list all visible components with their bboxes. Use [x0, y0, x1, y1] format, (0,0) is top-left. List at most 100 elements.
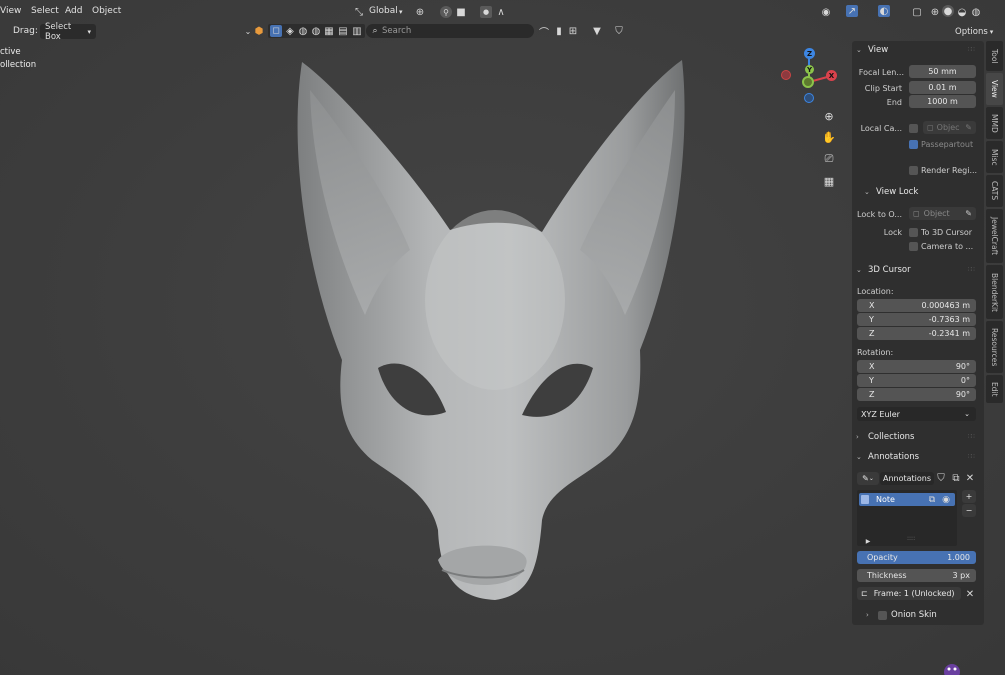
gizmo-y-axis[interactable]: Y — [805, 65, 814, 74]
gizmo-neg-y-axis[interactable] — [802, 76, 814, 88]
drag-handle-icon[interactable]: ∷∷ — [968, 453, 978, 460]
blenderkit-mascot-icon[interactable] — [942, 660, 962, 675]
surface-filter-icon[interactable]: ◍ — [297, 25, 309, 37]
fake-user-shield-icon[interactable]: ⛉ — [935, 472, 947, 484]
gizmo-z-axis[interactable]: Z — [804, 48, 815, 59]
drag-handle-icon[interactable]: ∷∷ — [968, 433, 978, 440]
transform-orientation-dropdown[interactable]: Global — [369, 6, 398, 16]
cursor-panel-header[interactable]: ⌄ 3D Cursor — [856, 265, 911, 275]
armature-filter-icon[interactable]: ▤ — [337, 25, 349, 37]
duplicate-icon[interactable]: ⧉ — [950, 472, 962, 484]
thickness-field[interactable]: Thickness 3 px — [857, 569, 976, 582]
menu-object[interactable]: Object — [92, 6, 121, 16]
frame-field[interactable]: ⊏ Frame: 1 (Unlocked) — [857, 587, 961, 600]
cursor-rotation-x-field[interactable]: X 90° — [857, 360, 976, 373]
render-region-checkbox[interactable] — [909, 166, 918, 175]
mesh-filter-icon[interactable]: ◻ — [270, 25, 282, 37]
onion-skin-toggle-icon[interactable]: ⧉ — [926, 494, 938, 506]
drag-select-box-dropdown[interactable]: Select Box ▾ — [40, 22, 96, 42]
menu-select[interactable]: Select — [31, 6, 59, 16]
annotations-panel-header[interactable]: ⌄ Annotations — [856, 452, 919, 462]
text-filter-icon[interactable]: ▦ — [323, 25, 335, 37]
camera-view-icon[interactable]: ⎚ — [820, 150, 838, 168]
tab-blenderkit[interactable]: BlenderKit — [986, 265, 1003, 319]
drag-handle-icon[interactable]: ∷∷ — [968, 266, 978, 273]
cursor-location-z-field[interactable]: Z -0.2341 m — [857, 327, 976, 340]
local-camera-checkbox[interactable] — [909, 124, 918, 133]
zoom-icon[interactable]: ⊕ — [820, 107, 838, 125]
falloff-icon[interactable]: ∧ — [495, 6, 507, 18]
pivot-point-icon[interactable]: ⊕ — [414, 6, 426, 18]
lock-to-cursor-checkbox[interactable] — [909, 228, 918, 237]
gizmo-neg-x-axis[interactable] — [781, 70, 791, 80]
tab-edit[interactable]: Edit — [986, 375, 1003, 403]
cursor-location-y-field[interactable]: Y -0.7363 m — [857, 313, 976, 326]
remove-layer-button[interactable]: − — [962, 504, 976, 517]
options-dropdown[interactable]: Options ▾ — [950, 24, 993, 39]
menu-view[interactable]: View — [0, 6, 21, 16]
local-camera-field[interactable]: ◻ Objec ✎ — [923, 121, 976, 134]
tab-jewelcraft[interactable]: JewelCraft — [986, 209, 1003, 263]
clip-start-field[interactable]: 0.01 m — [909, 81, 976, 94]
cursor-rotation-z-field[interactable]: Z 90° — [857, 388, 976, 401]
search-input[interactable]: Search — [366, 24, 534, 38]
onion-skin-checkbox[interactable] — [878, 610, 887, 620]
expand-triangle-icon[interactable]: ▶ — [862, 535, 874, 547]
wireframe-shading-icon[interactable]: ⊕ — [929, 6, 941, 18]
filter-sync-icon[interactable]: ⌒ — [538, 25, 550, 39]
shield-icon[interactable]: ⛉ — [613, 25, 625, 37]
menu-add[interactable]: Add — [65, 6, 82, 16]
focal-length-field[interactable]: 50 mm — [909, 65, 976, 78]
perspective-grid-icon[interactable]: ▦ — [820, 172, 838, 190]
view-panel-header[interactable]: ⌄ View — [856, 45, 888, 55]
overlay-toggle-icon[interactable]: ◐ — [878, 5, 890, 17]
close-icon[interactable]: ✕ — [964, 472, 976, 484]
bookmark-icon[interactable]: ▮ — [553, 25, 565, 37]
meta-filter-icon[interactable]: ◍ — [310, 25, 322, 37]
opacity-slider[interactable]: Opacity 1.000 — [857, 551, 976, 564]
clip-end-field[interactable]: 1000 m — [909, 95, 976, 108]
camera-to-view-checkbox[interactable] — [909, 242, 918, 251]
onion-skin-header[interactable]: › Onion Skin — [866, 610, 937, 620]
eye-icon[interactable]: ◉ — [940, 494, 952, 506]
drag-handle-icon[interactable]: ∷∷ — [968, 46, 978, 53]
annotations-datablock-field[interactable]: Annotations — [880, 472, 934, 485]
layer-color-swatch[interactable] — [861, 495, 869, 504]
chevron-down-icon[interactable]: ▾ — [399, 8, 403, 16]
collections-panel-header[interactable]: › Collections — [856, 432, 914, 442]
proportional-edit-icon[interactable]: ● — [480, 6, 492, 18]
tab-resources[interactable]: Resources — [986, 321, 1003, 373]
close-icon[interactable]: ✕ — [964, 588, 976, 600]
scene-object-icon[interactable]: ⬢ — [253, 25, 265, 37]
rendered-shading-icon[interactable]: ◍ — [970, 6, 982, 18]
fox-mask-model[interactable] — [280, 50, 710, 610]
tab-tool[interactable]: Tool — [986, 41, 1003, 71]
rotation-mode-dropdown[interactable]: XYZ Euler ⌄ — [857, 407, 976, 421]
material-shading-icon[interactable]: ◒ — [956, 6, 968, 18]
filter-icon[interactable]: ▼ — [591, 25, 603, 37]
xray-icon[interactable]: ▢ — [911, 6, 923, 18]
cursor-rotation-y-field[interactable]: Y 0° — [857, 374, 976, 387]
curve-filter-icon[interactable]: ◈ — [284, 25, 296, 37]
tab-view[interactable]: View — [986, 73, 1003, 105]
snap-icon[interactable]: ⚲ — [440, 6, 452, 18]
tab-mmd[interactable]: MMD — [986, 107, 1003, 139]
tab-cats[interactable]: CATS — [986, 175, 1003, 207]
gizmo-neg-z-axis[interactable] — [804, 93, 814, 103]
solid-shading-icon[interactable]: ● — [942, 5, 954, 17]
tab-misc[interactable]: Misc — [986, 141, 1003, 173]
view-lock-header[interactable]: ⌄ View Lock — [864, 187, 918, 197]
pan-hand-icon[interactable]: ✋ — [820, 128, 838, 146]
layout-icon[interactable]: ⊞ — [567, 25, 579, 37]
passepartout-checkbox[interactable] — [909, 140, 918, 149]
snap-target-icon[interactable]: ■ — [455, 6, 467, 18]
cursor-location-x-field[interactable]: X 0.000463 m — [857, 299, 976, 312]
visibility-icon[interactable]: ◉ — [820, 6, 832, 18]
gizmo-toggle-icon[interactable]: ↗ — [846, 5, 858, 17]
list-resize-handle-icon[interactable]: :::: — [907, 535, 915, 542]
lock-to-object-field[interactable]: ◻ Object ✎ — [909, 207, 976, 220]
add-layer-button[interactable]: + — [962, 490, 976, 503]
annotation-type-dropdown[interactable]: ✎ ⌄ — [857, 472, 879, 485]
camera-filter-icon[interactable]: ▥ — [351, 25, 363, 37]
gizmo-x-axis[interactable]: X — [826, 70, 837, 81]
